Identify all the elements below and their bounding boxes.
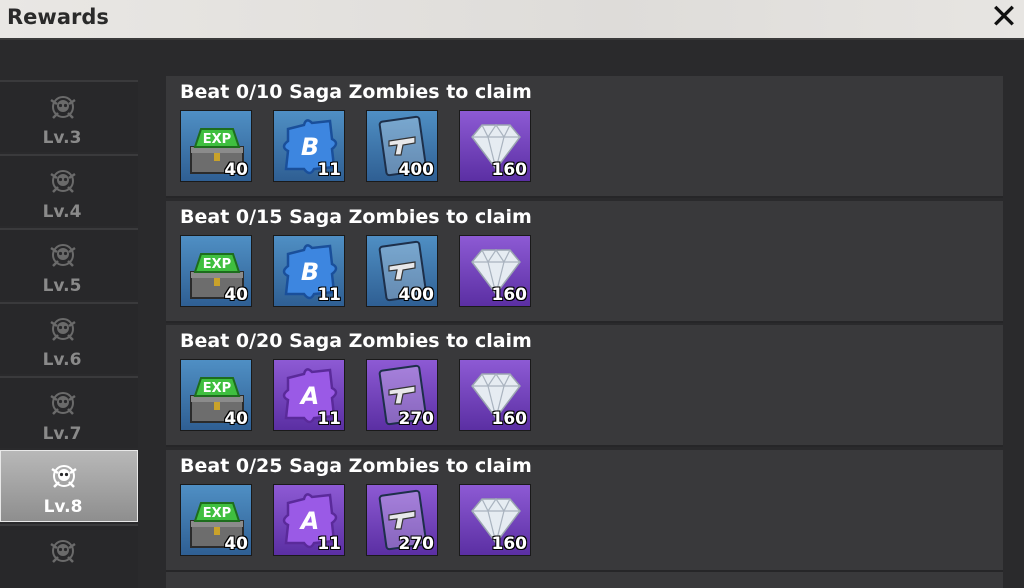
sidebar-level-item[interactable]: Lv.7 <box>0 376 138 448</box>
reward-quantity: 11 <box>317 533 341 554</box>
level-label: Lv.6 <box>42 350 82 370</box>
reward-quantity: 160 <box>491 160 528 180</box>
reward-row: Beat 0/10 Saga Zombies to claim EXP 40 B 11 4… <box>166 76 1003 198</box>
reward-quantity: 270 <box>398 409 435 429</box>
sidebar-level-item[interactable]: Lv.6 <box>0 302 138 374</box>
reward-quantity: 40 <box>224 160 248 180</box>
svg-text:B: B <box>301 133 319 161</box>
level-label: Lv.8 <box>43 497 83 517</box>
sidebar-level-item[interactable]: Lv.3 <box>0 80 138 152</box>
sidebar-level-item[interactable] <box>0 524 138 588</box>
sidebar-level-item[interactable]: Lv.4 <box>0 154 138 226</box>
skull-badge-icon <box>50 96 76 119</box>
skull-badge-icon <box>50 540 76 563</box>
reward-item[interactable]: 160 <box>459 359 531 431</box>
reward-row: Beat 0/15 Saga Zombies to claim EXP 40 B 11 4… <box>166 200 1003 323</box>
reward-quantity: 270 <box>398 533 435 554</box>
reward-condition-text: Beat 0/25 Saga Zombies to claim <box>180 454 532 477</box>
reward-quantity: 11 <box>317 409 341 429</box>
reward-item[interactable]: 400 <box>366 234 438 307</box>
reward-item[interactable]: 160 <box>459 234 531 307</box>
reward-item[interactable]: B 11 <box>273 234 345 307</box>
reward-item[interactable]: 160 <box>459 110 531 182</box>
reward-item[interactable]: A 11 <box>273 483 345 556</box>
next-reward-row-partial <box>166 572 1003 588</box>
svg-text:EXP: EXP <box>203 381 231 396</box>
level-sidebar: Lv.3 Lv.4 Lv.5 Lv.6 Lv.7 Lv.8 <box>0 80 138 588</box>
reward-quantity: 40 <box>224 533 248 554</box>
svg-text:B: B <box>301 258 319 286</box>
svg-text:EXP: EXP <box>203 257 231 272</box>
reward-quantity: 160 <box>491 284 528 305</box>
reward-quantity: 400 <box>398 160 435 180</box>
level-label: Lv.7 <box>42 424 82 444</box>
page-title: Rewards <box>7 5 109 29</box>
reward-row: Beat 0/25 Saga Zombies to claim EXP 40 A 11 2… <box>166 449 1003 572</box>
level-label: Lv.4 <box>42 202 82 222</box>
svg-text:A: A <box>299 507 320 535</box>
reward-item[interactable]: 400 <box>366 110 438 182</box>
reward-item[interactable]: EXP 40 <box>180 234 252 307</box>
reward-item[interactable]: 270 <box>366 483 438 556</box>
svg-text:EXP: EXP <box>203 132 231 147</box>
skull-badge-icon <box>50 244 76 267</box>
title-bar: Rewards ✕ <box>0 0 1024 40</box>
reward-item[interactable]: A 11 <box>273 359 345 431</box>
reward-item[interactable]: EXP 40 <box>180 483 252 556</box>
reward-quantity: 40 <box>224 284 248 305</box>
skull-badge-icon <box>50 318 76 341</box>
reward-item[interactable]: 160 <box>459 483 531 556</box>
skull-badge-icon <box>51 465 77 488</box>
sidebar-level-item[interactable]: Lv.8 <box>0 450 138 522</box>
reward-condition-text: Beat 0/20 Saga Zombies to claim <box>180 330 532 352</box>
svg-text:EXP: EXP <box>203 506 231 521</box>
reward-quantity: 11 <box>317 160 341 180</box>
reward-quantity: 160 <box>491 409 528 429</box>
skull-badge-icon <box>50 170 76 193</box>
level-label: Lv.5 <box>42 276 82 296</box>
svg-text:A: A <box>299 382 320 410</box>
level-label: Lv.3 <box>42 128 82 148</box>
reward-quantity: 11 <box>317 284 341 305</box>
reward-condition-text: Beat 0/10 Saga Zombies to claim <box>180 81 532 103</box>
reward-quantity: 160 <box>491 533 528 554</box>
reward-item[interactable]: B 11 <box>273 110 345 182</box>
reward-item[interactable]: EXP 40 <box>180 110 252 182</box>
reward-row: Beat 0/20 Saga Zombies to claim EXP 40 A 11 2… <box>166 325 1003 447</box>
close-icon[interactable]: ✕ <box>986 0 1022 36</box>
reward-item[interactable]: 270 <box>366 359 438 431</box>
reward-condition-text: Beat 0/15 Saga Zombies to claim <box>180 205 532 228</box>
skull-badge-icon <box>50 392 76 415</box>
reward-quantity: 40 <box>224 409 248 429</box>
reward-item[interactable]: EXP 40 <box>180 359 252 431</box>
reward-quantity: 400 <box>398 284 435 305</box>
sidebar-level-item[interactable]: Lv.5 <box>0 228 138 300</box>
